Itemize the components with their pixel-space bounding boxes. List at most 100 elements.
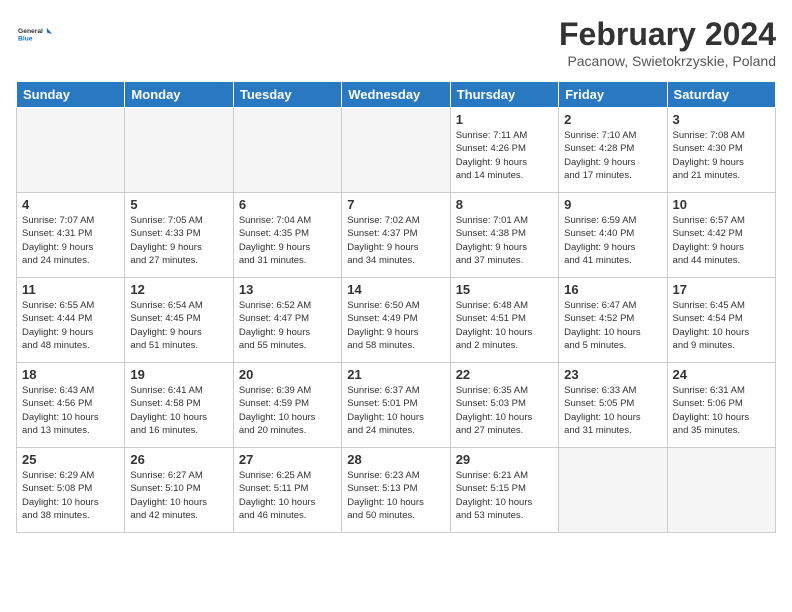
calendar-cell: 27Sunrise: 6:25 AM Sunset: 5:11 PM Dayli… — [233, 448, 341, 533]
day-number: 13 — [239, 282, 336, 297]
calendar-week-1: 1 Sunrise: 7:11 AM Sunset: 4:26 PM Daylig… — [17, 108, 776, 193]
calendar-cell: 20 Sunrise: 6:39 AM Sunset: 4:59 PM Dayli… — [233, 363, 341, 448]
weekday-header-friday: Friday — [559, 82, 667, 108]
title-area: February 2024 Pacanow, Swietokrzyskie, P… — [559, 16, 776, 69]
calendar-cell: 18 Sunrise: 6:43 AM Sunset: 4:56 PM Dayli… — [17, 363, 125, 448]
calendar-cell: 24Sunrise: 6:31 AM Sunset: 5:06 PM Dayli… — [667, 363, 775, 448]
weekday-header-wednesday: Wednesday — [342, 82, 450, 108]
calendar-cell: 29 Sunrise: 6:21 AM Sunset: 5:15 PM Dayli… — [450, 448, 558, 533]
calendar-cell: 22 Sunrise: 6:35 AM Sunset: 5:03 PM Dayli… — [450, 363, 558, 448]
day-number: 14 — [347, 282, 444, 297]
day-number: 4 — [22, 197, 119, 212]
day-number: 12 — [130, 282, 227, 297]
day-info: Sunrise: 6:25 AM Sunset: 5:11 PM Dayligh… — [239, 469, 336, 522]
calendar-cell: 2 Sunrise: 7:10 AM Sunset: 4:28 PM Daylig… — [559, 108, 667, 193]
calendar-cell: 9 Sunrise: 6:59 AM Sunset: 4:40 PM Daylig… — [559, 193, 667, 278]
day-info: Sunrise: 7:05 AM Sunset: 4:33 PM Dayligh… — [130, 214, 227, 267]
svg-text:Blue: Blue — [18, 36, 33, 43]
day-number: 5 — [130, 197, 227, 212]
day-info: Sunrise: 6:57 AM Sunset: 4:42 PM Dayligh… — [673, 214, 770, 267]
calendar-cell: 5 Sunrise: 7:05 AM Sunset: 4:33 PM Daylig… — [125, 193, 233, 278]
day-info: Sunrise: 7:10 AM Sunset: 4:28 PM Dayligh… — [564, 129, 661, 182]
calendar-cell: 23Sunrise: 6:33 AM Sunset: 5:05 PM Dayli… — [559, 363, 667, 448]
day-number: 26 — [130, 452, 227, 467]
calendar-cell — [342, 108, 450, 193]
calendar-cell: 10Sunrise: 6:57 AM Sunset: 4:42 PM Dayli… — [667, 193, 775, 278]
calendar-table: SundayMondayTuesdayWednesdayThursdayFrid… — [16, 81, 776, 533]
day-info: Sunrise: 6:35 AM Sunset: 5:03 PM Dayligh… — [456, 384, 553, 437]
day-info: Sunrise: 6:48 AM Sunset: 4:51 PM Dayligh… — [456, 299, 553, 352]
day-number: 9 — [564, 197, 661, 212]
calendar-week-4: 18 Sunrise: 6:43 AM Sunset: 4:56 PM Dayli… — [17, 363, 776, 448]
weekday-header-thursday: Thursday — [450, 82, 558, 108]
day-info: Sunrise: 6:43 AM Sunset: 4:56 PM Dayligh… — [22, 384, 119, 437]
calendar-cell — [667, 448, 775, 533]
day-number: 16 — [564, 282, 661, 297]
day-info: Sunrise: 6:45 AM Sunset: 4:54 PM Dayligh… — [673, 299, 770, 352]
day-info: Sunrise: 6:59 AM Sunset: 4:40 PM Dayligh… — [564, 214, 661, 267]
calendar-cell: 6 Sunrise: 7:04 AM Sunset: 4:35 PM Daylig… — [233, 193, 341, 278]
weekday-header-monday: Monday — [125, 82, 233, 108]
svg-text:General: General — [18, 28, 43, 35]
day-info: Sunrise: 6:52 AM Sunset: 4:47 PM Dayligh… — [239, 299, 336, 352]
weekday-header-saturday: Saturday — [667, 82, 775, 108]
calendar-cell: 4 Sunrise: 7:07 AM Sunset: 4:31 PM Daylig… — [17, 193, 125, 278]
calendar-cell: 1 Sunrise: 7:11 AM Sunset: 4:26 PM Daylig… — [450, 108, 558, 193]
calendar-cell: 28Sunrise: 6:23 AM Sunset: 5:13 PM Dayli… — [342, 448, 450, 533]
day-number: 17 — [673, 282, 770, 297]
logo: General Blue — [16, 16, 52, 52]
day-info: Sunrise: 7:04 AM Sunset: 4:35 PM Dayligh… — [239, 214, 336, 267]
calendar-cell — [17, 108, 125, 193]
day-info: Sunrise: 6:39 AM Sunset: 4:59 PM Dayligh… — [239, 384, 336, 437]
day-info: Sunrise: 6:54 AM Sunset: 4:45 PM Dayligh… — [130, 299, 227, 352]
day-info: Sunrise: 6:33 AM Sunset: 5:05 PM Dayligh… — [564, 384, 661, 437]
day-number: 20 — [239, 367, 336, 382]
day-number: 1 — [456, 112, 553, 127]
logo-svg: General Blue — [16, 16, 52, 52]
day-info: Sunrise: 7:08 AM Sunset: 4:30 PM Dayligh… — [673, 129, 770, 182]
day-info: Sunrise: 6:55 AM Sunset: 4:44 PM Dayligh… — [22, 299, 119, 352]
day-info: Sunrise: 6:41 AM Sunset: 4:58 PM Dayligh… — [130, 384, 227, 437]
calendar-cell — [233, 108, 341, 193]
day-info: Sunrise: 7:02 AM Sunset: 4:37 PM Dayligh… — [347, 214, 444, 267]
day-info: Sunrise: 6:27 AM Sunset: 5:10 PM Dayligh… — [130, 469, 227, 522]
calendar-cell — [559, 448, 667, 533]
calendar-cell: 25Sunrise: 6:29 AM Sunset: 5:08 PM Dayli… — [17, 448, 125, 533]
day-number: 3 — [673, 112, 770, 127]
day-info: Sunrise: 7:01 AM Sunset: 4:38 PM Dayligh… — [456, 214, 553, 267]
day-info: Sunrise: 6:21 AM Sunset: 5:15 PM Dayligh… — [456, 469, 553, 522]
calendar-cell: 19 Sunrise: 6:41 AM Sunset: 4:58 PM Dayli… — [125, 363, 233, 448]
day-number: 19 — [130, 367, 227, 382]
page-header: General Blue February 2024 Pacanow, Swie… — [16, 16, 776, 69]
day-number: 22 — [456, 367, 553, 382]
calendar-cell: 11 Sunrise: 6:55 AM Sunset: 4:44 PM Dayli… — [17, 278, 125, 363]
calendar-week-5: 25Sunrise: 6:29 AM Sunset: 5:08 PM Dayli… — [17, 448, 776, 533]
weekday-header-sunday: Sunday — [17, 82, 125, 108]
month-title: February 2024 — [559, 16, 776, 53]
calendar-cell: 26 Sunrise: 6:27 AM Sunset: 5:10 PM Dayli… — [125, 448, 233, 533]
day-info: Sunrise: 6:47 AM Sunset: 4:52 PM Dayligh… — [564, 299, 661, 352]
calendar-cell: 21Sunrise: 6:37 AM Sunset: 5:01 PM Dayli… — [342, 363, 450, 448]
day-number: 15 — [456, 282, 553, 297]
calendar-cell: 12 Sunrise: 6:54 AM Sunset: 4:45 PM Dayli… — [125, 278, 233, 363]
day-info: Sunrise: 6:50 AM Sunset: 4:49 PM Dayligh… — [347, 299, 444, 352]
day-number: 2 — [564, 112, 661, 127]
calendar-cell: 15 Sunrise: 6:48 AM Sunset: 4:51 PM Dayli… — [450, 278, 558, 363]
day-number: 6 — [239, 197, 336, 212]
calendar-cell: 8 Sunrise: 7:01 AM Sunset: 4:38 PM Daylig… — [450, 193, 558, 278]
day-info: Sunrise: 7:11 AM Sunset: 4:26 PM Dayligh… — [456, 129, 553, 182]
calendar-cell: 14 Sunrise: 6:50 AM Sunset: 4:49 PM Dayli… — [342, 278, 450, 363]
day-info: Sunrise: 6:31 AM Sunset: 5:06 PM Dayligh… — [673, 384, 770, 437]
day-number: 7 — [347, 197, 444, 212]
calendar-cell: 16 Sunrise: 6:47 AM Sunset: 4:52 PM Dayli… — [559, 278, 667, 363]
day-number: 18 — [22, 367, 119, 382]
weekday-header-tuesday: Tuesday — [233, 82, 341, 108]
calendar-week-3: 11 Sunrise: 6:55 AM Sunset: 4:44 PM Dayli… — [17, 278, 776, 363]
calendar-cell: 13 Sunrise: 6:52 AM Sunset: 4:47 PM Dayli… — [233, 278, 341, 363]
day-number: 11 — [22, 282, 119, 297]
day-number: 29 — [456, 452, 553, 467]
day-number: 8 — [456, 197, 553, 212]
day-info: Sunrise: 7:07 AM Sunset: 4:31 PM Dayligh… — [22, 214, 119, 267]
calendar-week-2: 4 Sunrise: 7:07 AM Sunset: 4:31 PM Daylig… — [17, 193, 776, 278]
day-number: 21 — [347, 367, 444, 382]
